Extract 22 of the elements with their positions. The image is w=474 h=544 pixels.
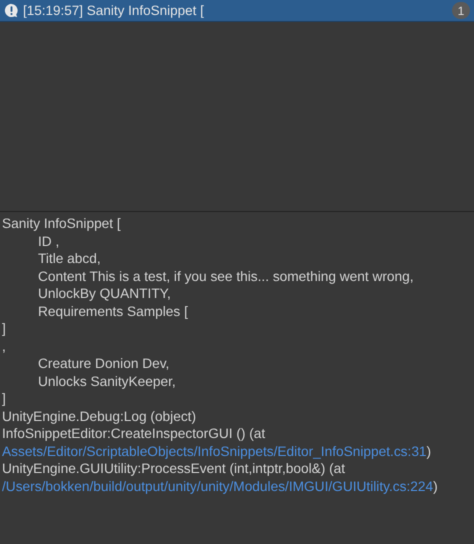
warning-bubble-icon — [4, 3, 19, 18]
log-detail-line: UnityEngine.Debug:Log (object) — [2, 408, 198, 425]
log-detail-line: Sanity InfoSnippet [ — [2, 215, 122, 232]
log-message: [15:19:57] Sanity InfoSnippet [ — [23, 3, 205, 18]
log-detail-line: Title abcd, — [37, 250, 102, 268]
log-detail-line: InfoSnippetEditor:CreateInspectorGUI () (at — [2, 425, 266, 442]
count-badge: 1 — [452, 2, 470, 19]
log-entry[interactable]: [15:19:57] Sanity InfoSnippet [ 1 — [0, 0, 474, 22]
log-detail-line: UnlockBy QUANTITY, — [37, 285, 172, 302]
log-detail-line: UnityEngine.GUIUtility:ProcessEvent (int,intptr,bool&) (at — [2, 460, 346, 478]
log-detail-line: ] — [2, 390, 7, 408]
file-link[interactable]: /Users/bokken/build/output/unity/unity/Modules/IMGUI/GUIUtility.cs:224 — [2, 478, 434, 494]
log-detail-line: , — [2, 338, 7, 355]
log-detail-line: ID , — [37, 232, 60, 250]
log-detail-line: ] — [2, 320, 7, 338]
file-link[interactable]: Assets/Editor/ScriptableObjects/InfoSnippets/Editor_InfoSnippet.cs:31 — [2, 444, 427, 458]
log-detail-line: Requirements Samples [ — [37, 302, 189, 320]
log-detail-line: Creature Donion Dev, — [37, 355, 170, 372]
closing-paren: ) — [426, 444, 432, 458]
closing-paren: ) — [433, 478, 438, 494]
log-detail-line: Content This is a test, if you see this... something went wrong, — [37, 268, 415, 285]
log-detail-line: Unlocks SanityKeeper, — [37, 372, 177, 390]
